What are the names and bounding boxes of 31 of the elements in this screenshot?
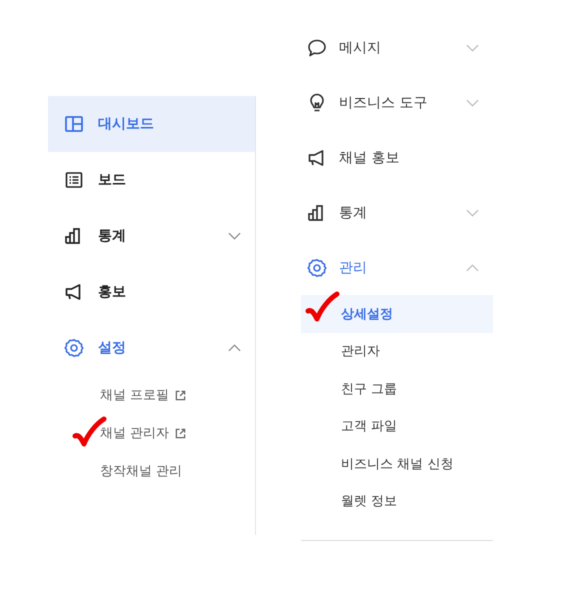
menu-item[interactable]: 설정 — [48, 320, 255, 376]
menu-item[interactable]: 관리 — [301, 240, 493, 295]
menu-item[interactable]: 통계 — [48, 208, 255, 264]
submenu-item[interactable]: 친구 그룹 — [301, 370, 493, 408]
settings-icon — [307, 258, 327, 278]
submenu-item[interactable]: 고객 파일 — [301, 408, 493, 445]
chevron-down-icon — [466, 44, 479, 52]
menu-item[interactable]: 홍보 — [48, 264, 255, 320]
chevron-up-icon — [228, 344, 241, 352]
settings-icon — [64, 338, 84, 358]
chevron-down-icon — [466, 98, 479, 106]
menu-item[interactable]: 채널 홍보 — [301, 130, 493, 185]
menu-item[interactable]: 보드 — [48, 152, 255, 208]
submenu-item[interactable]: 월렛 정보 — [301, 482, 493, 520]
submenu-item[interactable]: 채널 프로필 — [48, 376, 255, 414]
menu-item[interactable]: 메시지 — [301, 20, 493, 75]
submenu-item[interactable]: 채널 관리자 — [48, 414, 255, 452]
layout-icon — [64, 114, 84, 134]
submenu-item[interactable]: 상세설정 — [301, 295, 493, 332]
chevron-up-icon — [466, 264, 479, 272]
speech-bubble-icon — [307, 38, 327, 58]
menu-item[interactable]: 대시보드 — [48, 96, 255, 152]
submenu-item[interactable]: 관리자 — [301, 332, 493, 370]
list-icon — [64, 170, 84, 190]
light-bulb-icon — [307, 92, 327, 112]
chevron-down-icon — [228, 232, 241, 240]
submenu-item[interactable]: 비즈니스 채널 신청 — [301, 445, 493, 482]
submenu-item[interactable]: 창작채널 관리 — [48, 452, 255, 490]
menu-item[interactable]: 통계 — [301, 185, 493, 240]
chevron-down-icon — [466, 208, 479, 216]
menu-item[interactable]: 비즈니스 도구 — [301, 75, 493, 130]
